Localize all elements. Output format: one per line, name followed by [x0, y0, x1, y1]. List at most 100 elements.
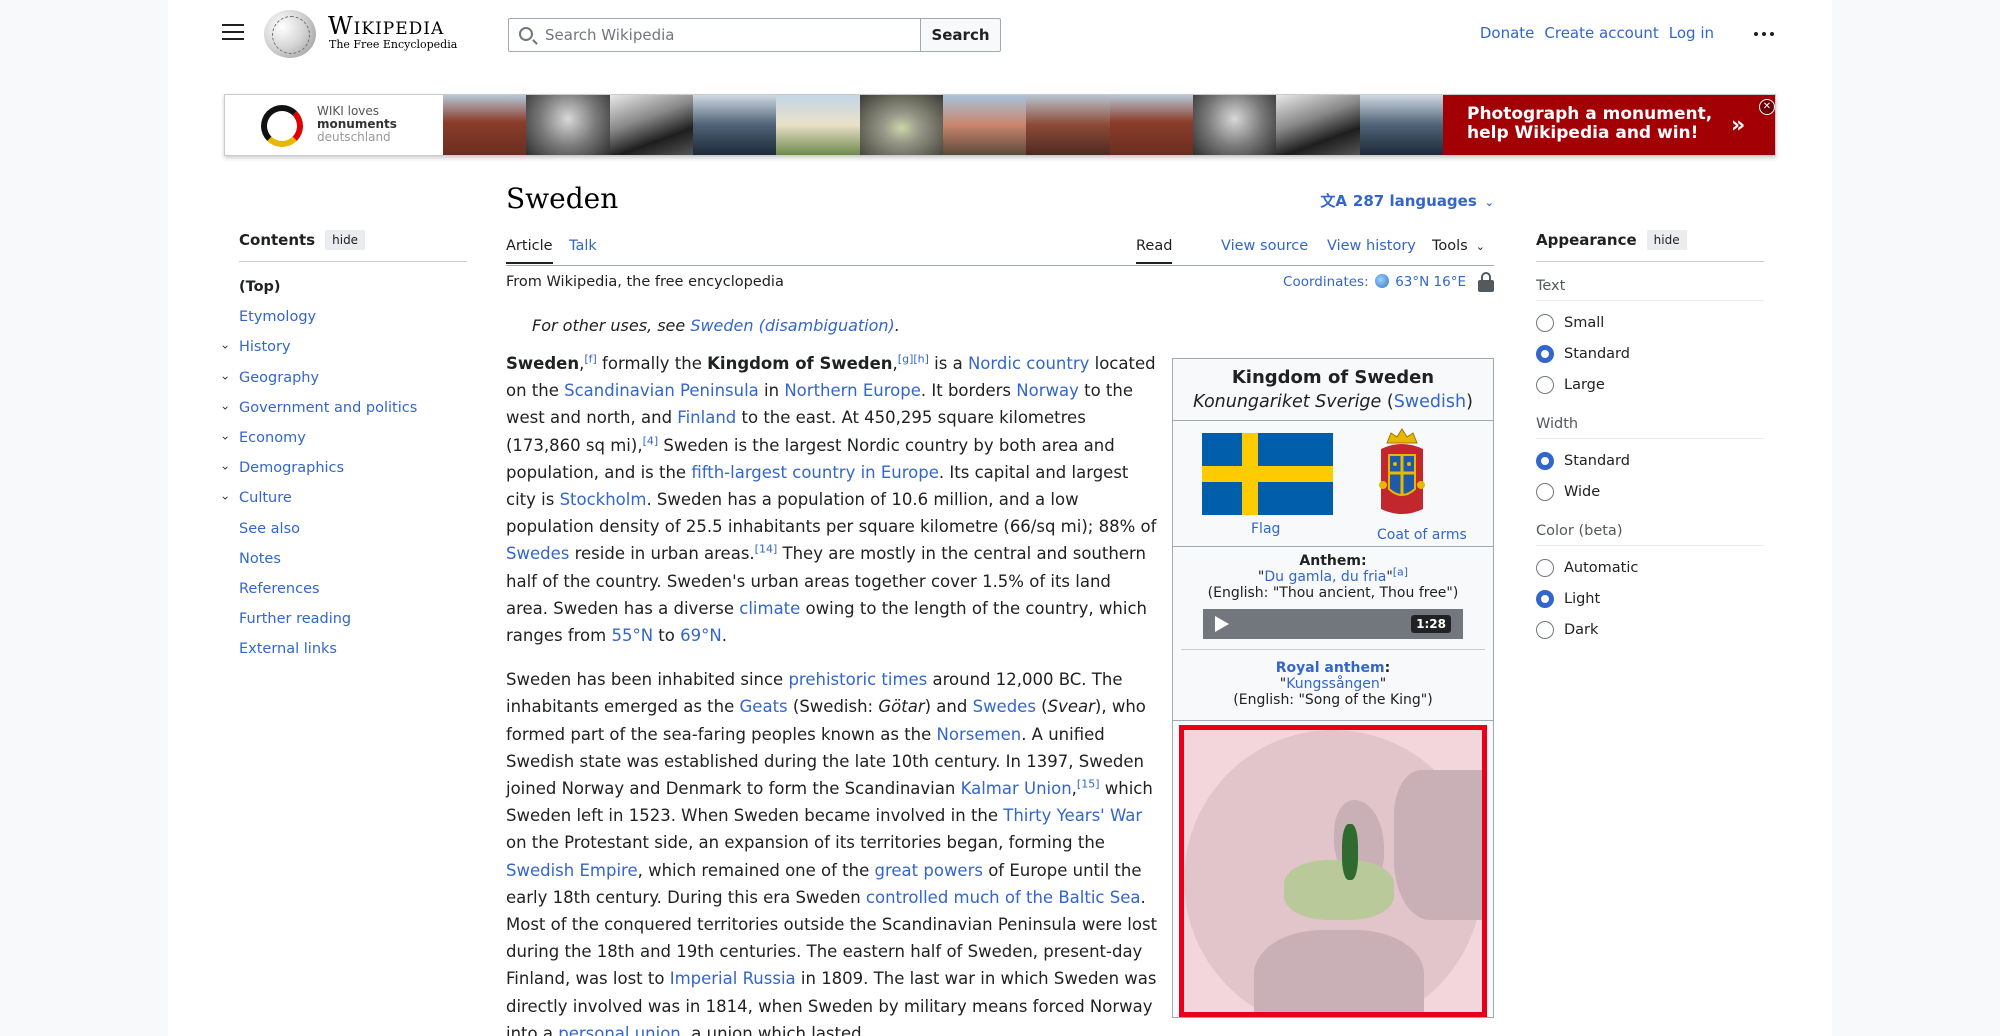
- color-option[interactable]: Dark: [1536, 621, 1764, 639]
- flag-caption-link[interactable]: Flag: [1251, 521, 1280, 537]
- link-swedes[interactable]: Swedes: [506, 544, 569, 563]
- text-size-option[interactable]: Small: [1536, 314, 1764, 332]
- link-norsemen[interactable]: Norsemen: [937, 725, 1022, 744]
- disambiguation-link[interactable]: Sweden (disambiguation): [690, 316, 894, 335]
- toc-item[interactable]: › Demographics: [218, 453, 467, 483]
- link-swedes-2[interactable]: Swedes: [973, 697, 1036, 716]
- tab-view-history[interactable]: View history: [1327, 238, 1416, 262]
- toc-item-label[interactable]: Etymology: [239, 309, 316, 325]
- toc-expand-icon[interactable]: ›: [210, 405, 240, 410]
- search-input[interactable]: [545, 19, 915, 51]
- link-great-powers[interactable]: great powers: [875, 861, 983, 880]
- tab-article[interactable]: Article: [506, 238, 553, 264]
- language-button[interactable]: 文A 287 languages ⌄: [1320, 190, 1494, 211]
- toc-item-label[interactable]: History: [239, 339, 291, 355]
- search-button[interactable]: Search: [920, 18, 1001, 52]
- link-swedish-empire[interactable]: Swedish Empire: [506, 861, 638, 880]
- ref-f[interactable]: [f]: [584, 353, 596, 366]
- swedish-language-link[interactable]: Swedish: [1394, 392, 1466, 412]
- link-baltic-sea[interactable]: controlled much of the Baltic Sea: [866, 888, 1141, 907]
- radio-button[interactable]: [1536, 314, 1554, 332]
- play-icon[interactable]: [1215, 616, 1229, 632]
- anthem-link[interactable]: Du gamla, du fria: [1264, 569, 1386, 585]
- coordinates-label[interactable]: Coordinates:: [1283, 274, 1369, 290]
- link-northern-europe[interactable]: Northern Europe: [784, 381, 921, 400]
- toc-item-label[interactable]: Geography: [239, 370, 319, 386]
- toc-item-label[interactable]: Government and politics: [239, 400, 417, 416]
- toc-expand-icon[interactable]: ›: [210, 466, 240, 471]
- link-thirty-years-war[interactable]: Thirty Years' War: [1003, 806, 1142, 825]
- audio-player[interactable]: 1:28: [1203, 609, 1463, 639]
- main-menu-icon[interactable]: [222, 24, 244, 42]
- royal-anthem-link[interactable]: Royal anthem: [1276, 660, 1385, 676]
- radio-button[interactable]: [1536, 559, 1554, 577]
- link-nordic-country[interactable]: Nordic country: [968, 354, 1089, 373]
- tools-menu[interactable]: Tools ⌄: [1432, 238, 1485, 262]
- coat-of-arms-icon[interactable]: [1377, 425, 1427, 517]
- close-banner-icon[interactable]: ✕: [1759, 99, 1775, 115]
- radio-button[interactable]: [1536, 590, 1554, 608]
- lock-icon[interactable]: [1478, 272, 1494, 292]
- double-chevron-right-icon[interactable]: »: [1731, 113, 1745, 138]
- toc-item-label[interactable]: Notes: [239, 551, 281, 567]
- appearance-hide-button[interactable]: hide: [1646, 230, 1687, 250]
- toc-item-label[interactable]: Demographics: [239, 460, 344, 476]
- toc-item[interactable]: References: [239, 574, 467, 604]
- link-stockholm[interactable]: Stockholm: [560, 490, 647, 509]
- radio-button[interactable]: [1536, 345, 1554, 363]
- link-scandinavian-peninsula[interactable]: Scandinavian Peninsula: [564, 381, 759, 400]
- toc-expand-icon[interactable]: ›: [210, 375, 240, 380]
- toc-item[interactable]: › Culture: [218, 483, 467, 513]
- create-account-link[interactable]: Create account: [1544, 24, 1658, 42]
- tab-talk[interactable]: Talk: [569, 238, 597, 262]
- link-norway[interactable]: Norway: [1016, 381, 1079, 400]
- link-69n[interactable]: 69°N: [680, 626, 722, 645]
- toc-item[interactable]: › Government and politics: [218, 393, 467, 423]
- toc-item[interactable]: › Economy: [218, 423, 467, 453]
- anthem-note[interactable]: [a]: [1393, 565, 1408, 578]
- ref-4[interactable]: [4]: [643, 434, 659, 447]
- link-imperial-russia[interactable]: Imperial Russia: [670, 969, 796, 988]
- toc-item[interactable]: See also: [239, 514, 467, 544]
- text-size-option[interactable]: Large: [1536, 376, 1764, 394]
- log-in-link[interactable]: Log in: [1669, 24, 1714, 42]
- coordinates-value[interactable]: 63°N 16°E: [1395, 274, 1466, 290]
- link-kalmar-union[interactable]: Kalmar Union: [961, 779, 1072, 798]
- toc-item-label[interactable]: Economy: [239, 430, 306, 446]
- ref-g[interactable]: [g]: [898, 353, 914, 366]
- toc-item-label[interactable]: External links: [239, 641, 337, 657]
- tab-view-source[interactable]: View source: [1221, 238, 1308, 262]
- text-size-option[interactable]: Standard: [1536, 345, 1764, 363]
- wordmark[interactable]: Wikipedia: [328, 12, 444, 40]
- color-option[interactable]: Automatic: [1536, 559, 1764, 577]
- link-personal-union[interactable]: personal union: [558, 1024, 681, 1036]
- flag-of-sweden[interactable]: [1202, 433, 1333, 515]
- toc-item-label[interactable]: References: [239, 581, 320, 597]
- coat-of-arms-caption-link[interactable]: Coat of arms: [1377, 527, 1467, 543]
- toc-item-label[interactable]: Further reading: [239, 611, 351, 627]
- toc-item[interactable]: Etymology: [239, 302, 467, 332]
- more-options-icon[interactable]: [1754, 32, 1774, 36]
- toc-expand-icon[interactable]: ›: [210, 345, 240, 350]
- toc-item[interactable]: Notes: [239, 544, 467, 574]
- width-option[interactable]: Wide: [1536, 483, 1764, 501]
- toc-item-label[interactable]: Culture: [239, 490, 292, 506]
- toc-item[interactable]: Further reading: [239, 604, 467, 634]
- link-55n[interactable]: 55°N: [611, 626, 653, 645]
- radio-button[interactable]: [1536, 621, 1554, 639]
- toc-item[interactable]: (Top): [239, 272, 467, 302]
- radio-button[interactable]: [1536, 452, 1554, 470]
- tab-read[interactable]: Read: [1136, 238, 1173, 264]
- campaign-banner[interactable]: WIKI loves monuments deutschland Photogr…: [224, 94, 1776, 156]
- kungssangen-link[interactable]: Kungssången: [1286, 676, 1380, 692]
- link-prehistoric-times[interactable]: prehistoric times: [788, 670, 927, 689]
- link-climate[interactable]: climate: [739, 599, 800, 618]
- donate-link[interactable]: Donate: [1480, 24, 1535, 42]
- ref-15[interactable]: [15]: [1077, 778, 1100, 791]
- ref-14[interactable]: [14]: [755, 543, 778, 556]
- toc-expand-icon[interactable]: ›: [210, 436, 240, 441]
- toc-expand-icon[interactable]: ›: [210, 496, 240, 501]
- color-option[interactable]: Light: [1536, 590, 1764, 608]
- link-finland[interactable]: Finland: [677, 408, 736, 427]
- location-map[interactable]: [1179, 725, 1487, 1017]
